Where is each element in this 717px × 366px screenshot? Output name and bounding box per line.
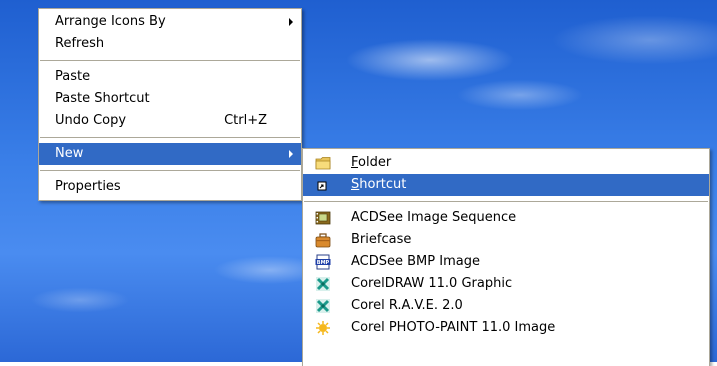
- new-submenu: Folder Shortcut ACDSee Image Sequence Br…: [302, 148, 710, 366]
- briefcase-icon: [315, 233, 331, 248]
- menu-item-label: New: [55, 146, 84, 161]
- submenu-item-label: ACDSee Image Sequence: [351, 210, 517, 225]
- access-key-letter: F: [351, 155, 359, 170]
- bmp-icon: BMP: [315, 254, 331, 270]
- folder-icon: [315, 157, 331, 170]
- menu-item-paste[interactable]: Paste: [39, 66, 301, 88]
- submenu-item-label: Corel PHOTO-PAINT 11.0 Image: [351, 320, 556, 335]
- menu-item-undo-copy[interactable]: Undo Copy Ctrl+Z: [39, 110, 301, 132]
- submenu-item-label: Briefcase: [351, 232, 412, 247]
- menu-item-label: Refresh: [55, 36, 105, 51]
- submenu-item-shortcut[interactable]: Shortcut: [303, 174, 709, 196]
- corel-photopaint-icon: [316, 321, 330, 335]
- submenu-item-coreldraw-graphic[interactable]: CorelDRAW 11.0 Graphic: [303, 273, 709, 295]
- menu-separator: [40, 137, 300, 138]
- shortcut-icon: [317, 181, 327, 191]
- menu-item-arrange-icons-by[interactable]: Arrange Icons By: [39, 11, 301, 33]
- submenu-item-corel-rave[interactable]: Corel R.A.V.E. 2.0: [303, 295, 709, 317]
- submenu-item-label: hortcut: [359, 177, 407, 192]
- menu-item-label: Paste: [55, 69, 91, 84]
- menu-separator: [304, 201, 708, 202]
- menu-item-new[interactable]: New: [39, 143, 301, 165]
- submenu-item-folder[interactable]: Folder: [303, 152, 709, 174]
- submenu-item-label: older: [358, 155, 392, 170]
- submenu-item-label: CorelDRAW 11.0 Graphic: [351, 276, 513, 291]
- menu-item-paste-shortcut[interactable]: Paste Shortcut: [39, 88, 301, 110]
- menu-item-label: Properties: [55, 179, 121, 194]
- keyboard-shortcut: Ctrl+Z: [224, 113, 267, 128]
- menu-item-label: Arrange Icons By: [55, 14, 166, 29]
- menu-separator: [40, 170, 300, 171]
- desktop-context-menu: Arrange Icons By Refresh Paste Paste Sho…: [38, 8, 302, 201]
- submenu-item-label: ACDSee BMP Image: [351, 254, 480, 269]
- acdsee-sequence-icon: [315, 211, 331, 225]
- menu-item-label: Undo Copy: [55, 113, 127, 128]
- coreldraw-icon: [316, 277, 330, 291]
- submenu-arrow-icon: [289, 150, 293, 158]
- submenu-item-acdsee-bmp-image[interactable]: BMP ACDSee BMP Image: [303, 251, 709, 273]
- menu-item-refresh[interactable]: Refresh: [39, 33, 301, 55]
- submenu-arrow-icon: [289, 18, 293, 26]
- submenu-item-corel-photo-paint[interactable]: Corel PHOTO-PAINT 11.0 Image: [303, 317, 709, 339]
- submenu-item-briefcase[interactable]: Briefcase: [303, 229, 709, 251]
- menu-separator: [40, 60, 300, 61]
- submenu-item-label: Corel R.A.V.E. 2.0: [351, 298, 463, 313]
- submenu-item-acdsee-image-sequence[interactable]: ACDSee Image Sequence: [303, 207, 709, 229]
- menu-item-properties[interactable]: Properties: [39, 176, 301, 198]
- svg-text:BMP: BMP: [317, 260, 330, 266]
- corel-rave-icon: [316, 299, 330, 313]
- menu-item-label: Paste Shortcut: [55, 91, 150, 106]
